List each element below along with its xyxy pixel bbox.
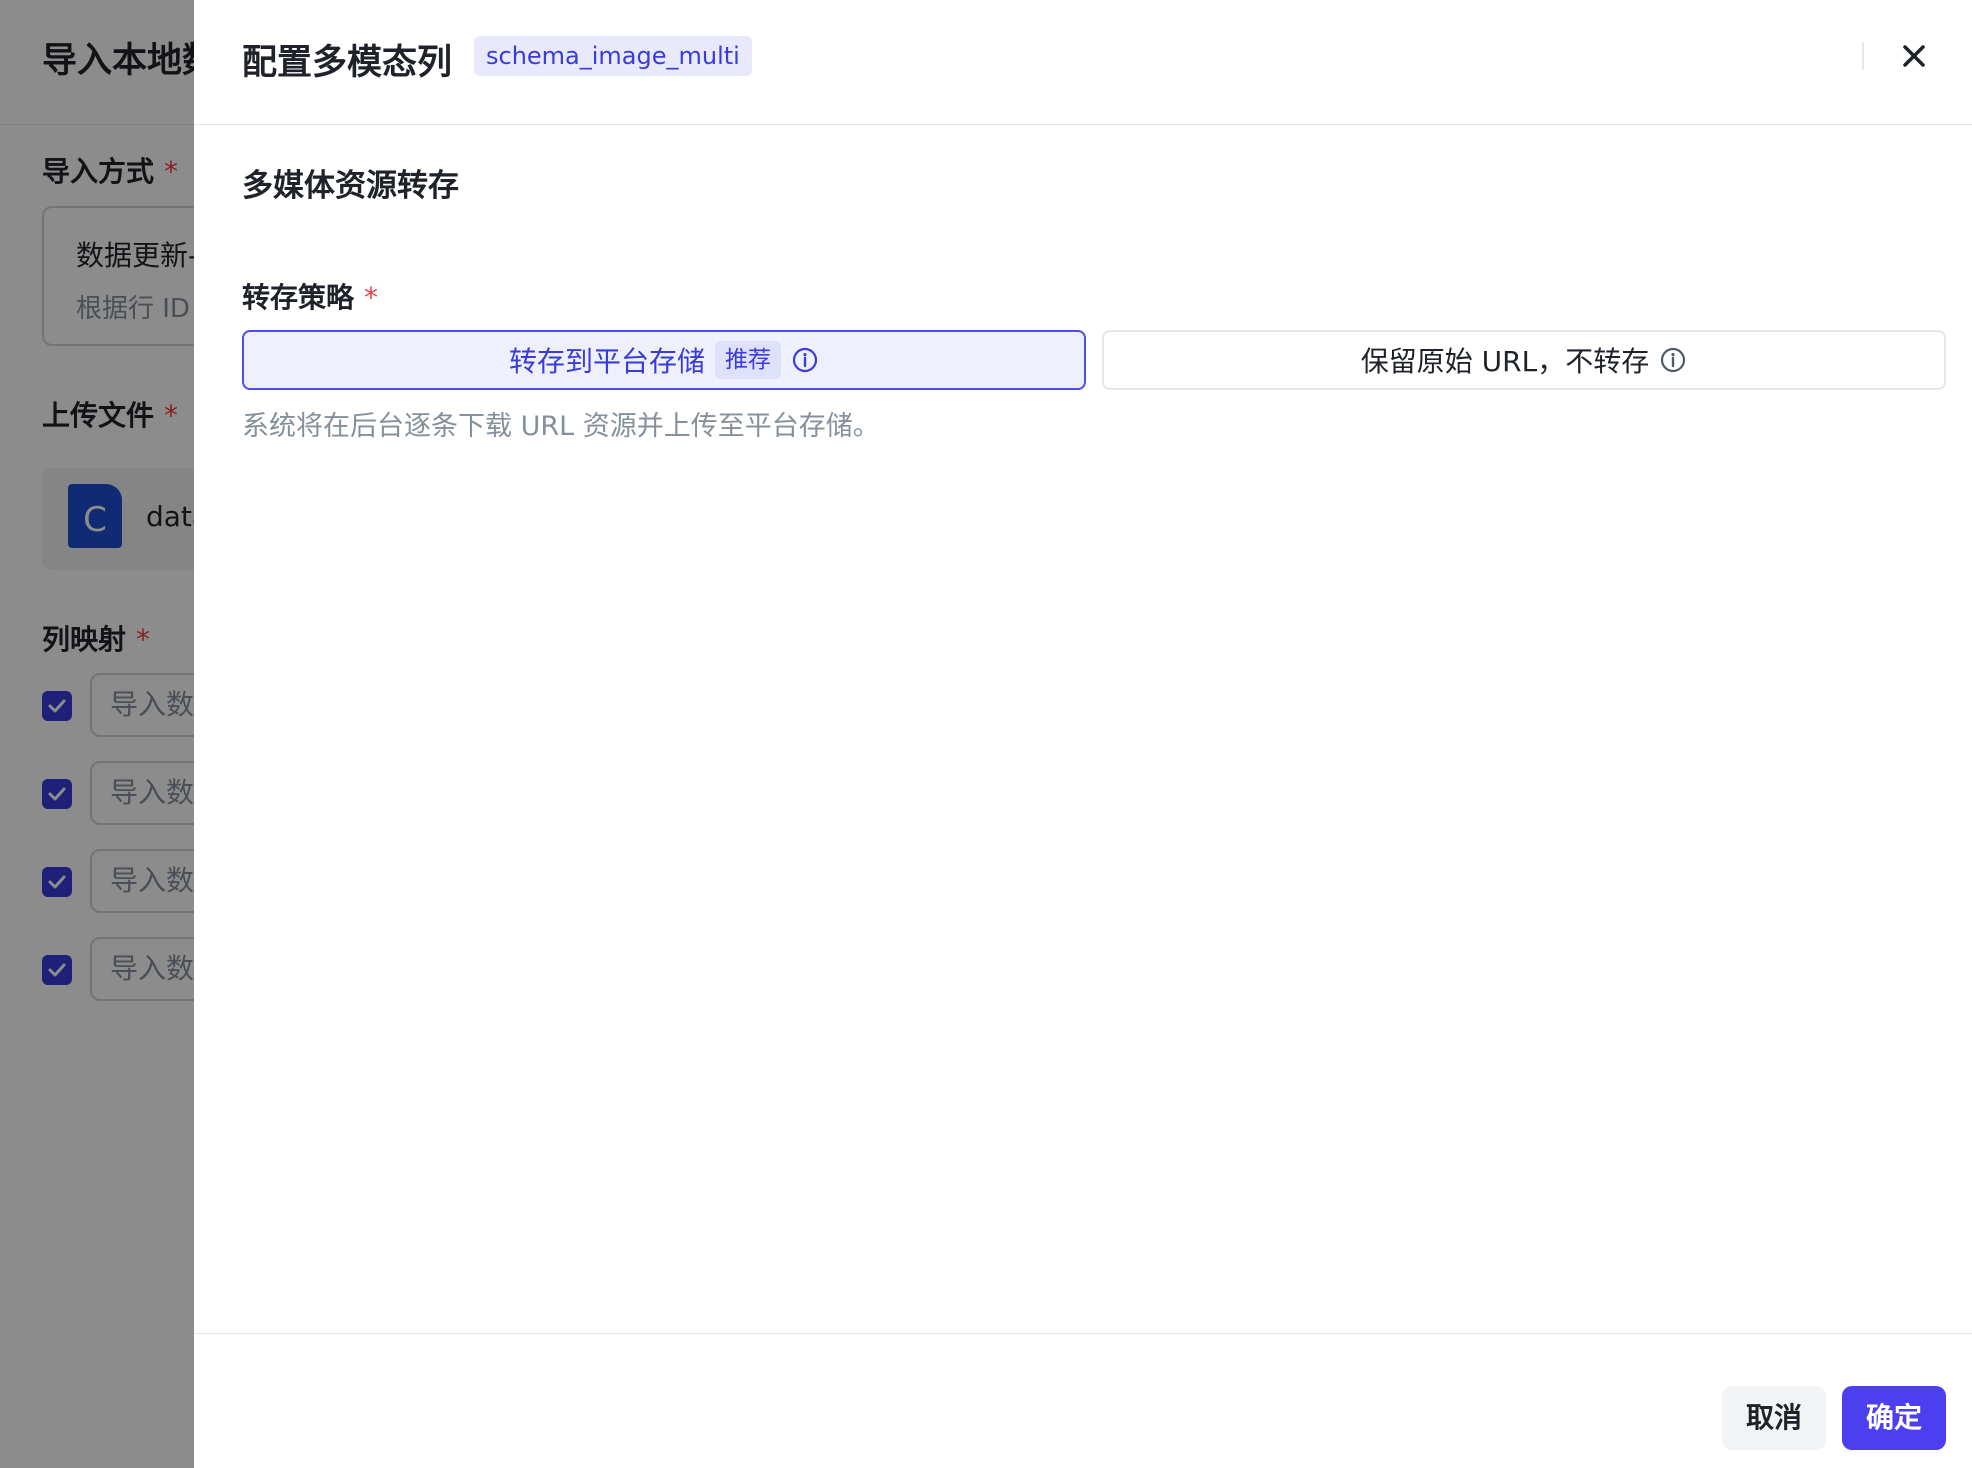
drawer-title: 配置多模态列 [242, 43, 453, 83]
close-icon [1903, 45, 1925, 67]
option-label: 转存到平台存储 [508, 345, 705, 378]
header-divider [1862, 43, 1864, 69]
recommended-tag: 推荐 [715, 341, 781, 379]
schema-tag: schema_image_multi [474, 36, 752, 76]
close-button[interactable] [1894, 36, 1934, 76]
cancel-button[interactable]: 取消 [1722, 1386, 1826, 1450]
option-keep-original-url[interactable]: 保留原始 URL，不转存 [1102, 330, 1946, 390]
option-save-to-platform[interactable]: 转存到平台存储 推荐 [242, 330, 1086, 390]
config-drawer: 配置多模态列 schema_image_multi 多媒体资源转存 转存策略 * … [194, 0, 1972, 1468]
section-title: 多媒体资源转存 [242, 168, 459, 204]
info-icon[interactable] [791, 346, 819, 374]
option-label: 保留原始 URL，不转存 [1360, 345, 1650, 378]
option-description: 系统将在后台逐条下载 URL 资源并上传至平台存储。 [242, 411, 880, 442]
info-icon[interactable] [1659, 346, 1687, 374]
confirm-button[interactable]: 确定 [1842, 1386, 1946, 1450]
drawer-header: 配置多模态列 schema_image_multi [194, 0, 1972, 125]
storage-strategy-label: 转存策略 * [242, 281, 379, 314]
drawer-footer: 取消 确定 [194, 1333, 1972, 1468]
